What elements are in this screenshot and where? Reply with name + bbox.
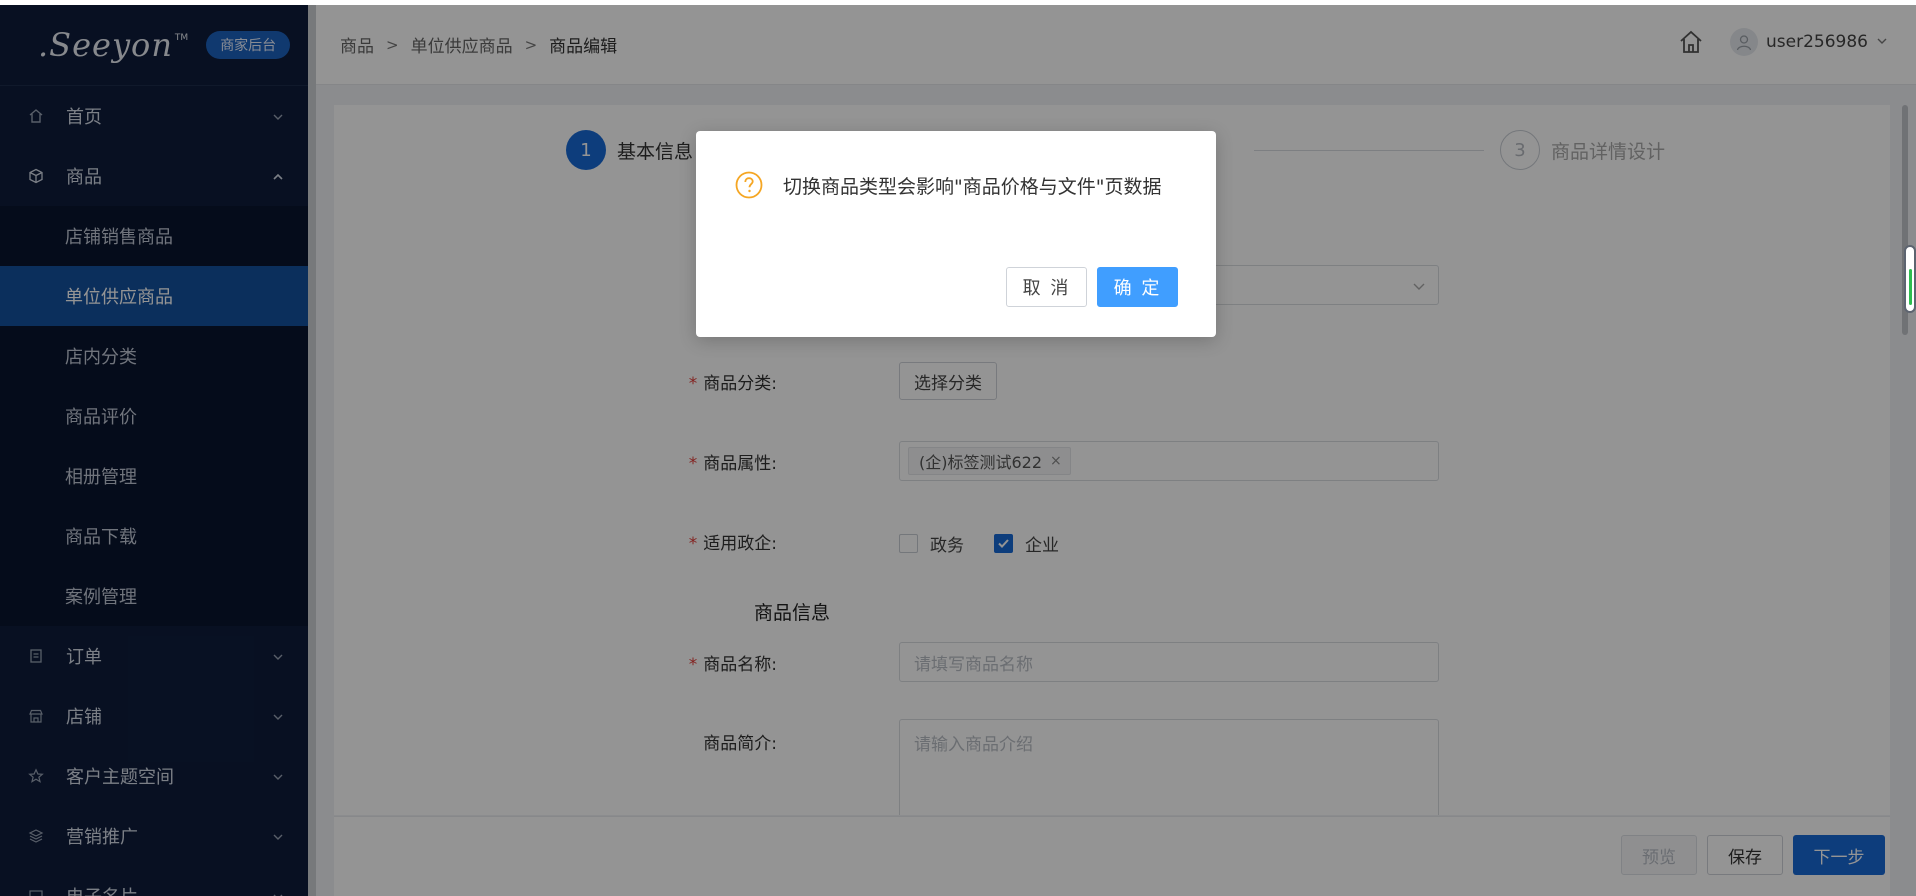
confirm-button[interactable]: 确 定 xyxy=(1097,267,1178,307)
top-border xyxy=(0,0,1916,5)
side-handle[interactable] xyxy=(1904,245,1916,313)
cancel-button[interactable]: 取 消 xyxy=(1006,267,1087,307)
dialog-message: 切换商品类型会影响"商品价格与文件"页数据 xyxy=(783,176,1162,198)
question-icon xyxy=(735,171,763,199)
confirm-dialog: 切换商品类型会影响"商品价格与文件"页数据 取 消 确 定 xyxy=(696,131,1216,337)
